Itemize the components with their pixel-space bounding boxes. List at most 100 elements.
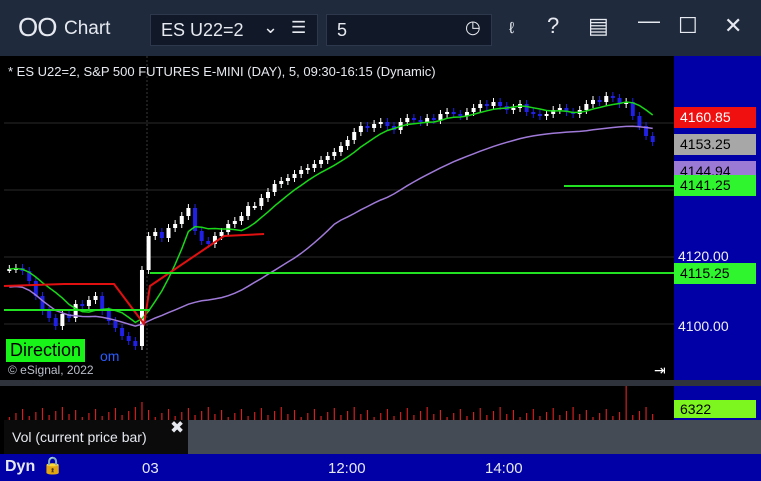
volume-bar xyxy=(453,413,455,420)
volume-tag: 6322 xyxy=(674,400,756,418)
volume-bar xyxy=(419,411,422,420)
volume-bar xyxy=(75,410,77,420)
candle-body xyxy=(126,336,131,341)
time-axis-label: 14:00 xyxy=(485,460,523,477)
template-icon[interactable]: ▤ xyxy=(588,13,609,39)
candle-body xyxy=(352,132,357,140)
volume-bar xyxy=(55,411,57,420)
volume-bar xyxy=(161,413,163,420)
list-icon[interactable]: ☰ xyxy=(291,18,306,38)
volume-bar xyxy=(260,408,262,420)
volume-chart xyxy=(8,386,654,420)
interval-input[interactable]: 5 xyxy=(337,20,347,41)
direction-label: Direction xyxy=(6,339,86,362)
candle-body xyxy=(246,206,251,216)
volume-bar xyxy=(108,412,110,420)
time-axis-label: 12:00 xyxy=(328,460,366,477)
candle-body xyxy=(232,221,237,224)
minimize-icon[interactable]: — xyxy=(638,8,660,34)
candle-body xyxy=(524,104,529,112)
candle-body xyxy=(179,216,184,224)
candle-body xyxy=(120,328,125,336)
volume-bar xyxy=(207,407,209,420)
candle-body xyxy=(365,126,370,128)
volume-bar xyxy=(406,408,408,420)
candle-body xyxy=(299,170,304,174)
app-icon[interactable]: ОО xyxy=(18,12,57,43)
candle-body xyxy=(445,112,450,114)
volume-chart-area[interactable] xyxy=(4,386,674,420)
candle-body xyxy=(584,104,589,110)
help-icon[interactable]: ? xyxy=(547,13,559,39)
volume-bar xyxy=(220,410,223,420)
candle-body xyxy=(458,114,463,116)
volume-bar xyxy=(366,410,369,420)
volume-bar xyxy=(439,410,442,420)
candle-body xyxy=(226,224,231,232)
candle-body xyxy=(478,104,483,108)
volume-bar xyxy=(473,412,475,420)
close-icon[interactable]: ✖ xyxy=(170,418,184,438)
candle-body xyxy=(471,108,476,112)
time-axis[interactable]: Dyn 🔒 03 12:00 14:00 xyxy=(0,454,761,481)
volume-bar xyxy=(88,413,90,420)
candle-body xyxy=(53,318,58,326)
candle-body xyxy=(146,236,151,270)
volume-bar xyxy=(293,410,296,420)
volume-bar xyxy=(353,407,355,420)
close-icon[interactable]: ✕ xyxy=(724,13,742,39)
candle-body xyxy=(498,102,503,106)
interval-selector[interactable]: 5 ◷ xyxy=(326,14,492,46)
candle-body xyxy=(206,241,211,244)
lock-icon[interactable]: 🔒 xyxy=(42,456,63,476)
candle-body xyxy=(80,304,85,306)
volume-bar xyxy=(459,409,461,420)
volume-bar xyxy=(201,411,203,420)
symbol-selector[interactable]: ES U22=2 ⌄ ☰ xyxy=(150,14,318,46)
candle-body xyxy=(610,96,615,98)
candle-body xyxy=(133,341,138,346)
candle-body xyxy=(405,118,410,122)
candle-body xyxy=(431,118,436,120)
volume-bar xyxy=(240,409,243,420)
volume-bar xyxy=(380,413,382,420)
candle-body xyxy=(305,168,310,170)
volume-bar xyxy=(21,409,24,420)
dynamic-mode-button[interactable]: Dyn xyxy=(5,458,35,476)
volume-bar xyxy=(400,412,402,420)
candle-body xyxy=(279,181,284,184)
ema-slow-line xyxy=(9,125,653,327)
scroll-to-end-icon[interactable]: ⇥ xyxy=(654,362,666,379)
candle-body xyxy=(438,114,443,120)
volume-bar xyxy=(618,412,621,420)
clock-icon[interactable]: ◷ xyxy=(465,17,481,38)
candle-body xyxy=(153,232,158,236)
volume-bar xyxy=(333,408,335,420)
volume-bar xyxy=(15,413,17,420)
price-chart-area[interactable] xyxy=(4,56,674,380)
volume-bar xyxy=(274,411,276,420)
draw-icon[interactable]: ℓ xyxy=(509,20,514,38)
candle-body xyxy=(637,116,642,126)
volume-label-box: Vol (current price bar) ✖ xyxy=(4,418,188,454)
volume-panel-bar-right xyxy=(674,420,761,454)
volume-bar xyxy=(234,413,236,420)
maximize-icon[interactable]: ☐ xyxy=(678,13,698,39)
volume-bar xyxy=(499,407,501,420)
candle-body xyxy=(312,164,317,168)
volume-bar xyxy=(128,411,130,420)
candle-body xyxy=(265,192,270,198)
volume-bar xyxy=(545,412,548,420)
candle-body xyxy=(285,178,290,181)
symbol-input[interactable]: ES U22=2 xyxy=(161,20,244,41)
candle-body xyxy=(557,108,562,110)
candle-body xyxy=(537,114,542,116)
price-tag-pivot: 4160.85 xyxy=(674,107,756,128)
volume-bar xyxy=(599,413,601,420)
candle-body xyxy=(604,96,609,102)
volume-panel-label: Vol (current price bar) xyxy=(12,429,147,445)
chevron-down-icon[interactable]: ⌄ xyxy=(263,17,278,38)
volume-bar xyxy=(307,413,309,420)
volume-bar xyxy=(585,410,587,420)
volume-bar xyxy=(512,410,514,420)
